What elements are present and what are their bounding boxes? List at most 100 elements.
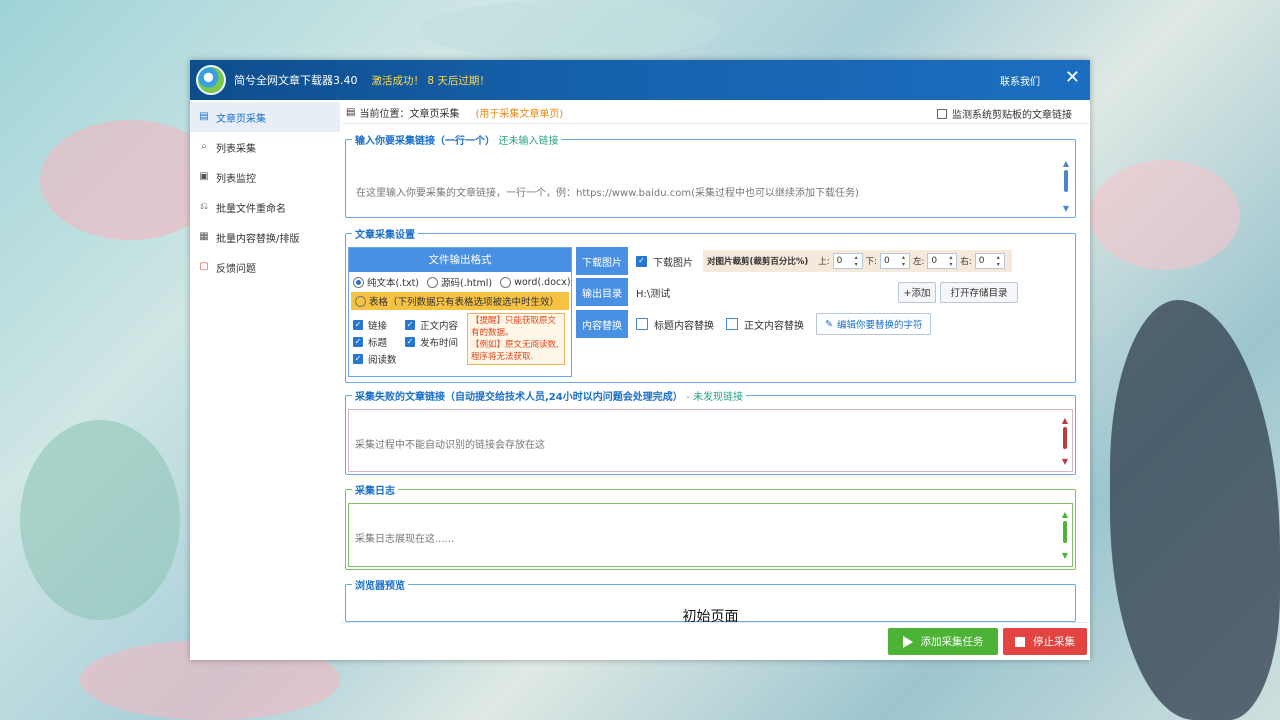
replace-icon: ▦ [199, 231, 209, 242]
checked-icon: ✓ [353, 354, 363, 364]
checkbox-icon [636, 318, 648, 330]
crop-label: 对图片裁剪(裁剪百分比%) [707, 257, 809, 267]
monitor-clipboard-checkbox[interactable]: 监测系统剪贴板的文章链接 [937, 106, 1072, 121]
title-bar: 简兮全网文章下载器3.40 激活成功！ 8 天后过期！ 联系我们 ✕ [190, 60, 1090, 100]
tip-line-2: 【例如】原文无阅读数,程序将无法获取. [471, 340, 559, 362]
settings-group: 文章采集设置 文件输出格式 纯文本(.txt) 源码(.html) word(.… [345, 226, 1076, 383]
contact-link[interactable]: 联系我们 [1000, 73, 1040, 88]
sidebar-item-label: 批量文件重命名 [216, 203, 286, 215]
links-placeholder: 在这里输入你要采集的文章链接，一行一个，例：https://www.baidu.… [356, 188, 859, 199]
format-title: 文件输出格式 [349, 248, 571, 272]
sidebar-item-batch-replace[interactable]: ▦ 批量内容替换/排版 [190, 222, 340, 252]
field-title-checkbox[interactable]: ✓ 标题 [353, 335, 387, 349]
add-dir-button[interactable]: +添加 [898, 281, 936, 303]
links-input[interactable]: 在这里输入你要采集的文章链接，一行一个，例：https://www.baidu.… [348, 153, 1073, 215]
activation-status: 激活成功！ 8 天后过期！ [371, 74, 490, 87]
radio-icon [355, 295, 366, 307]
preview-group: 浏览器预览 初始页面 [345, 577, 1076, 625]
format-radios: 纯文本(.txt) 源码(.html) word(.docx) [349, 272, 571, 292]
main-panel: ▤ 当前位置：文章页采集 (用于采集文章单页) 监测系统剪贴板的文章链接 输入你… [342, 102, 1090, 660]
sidebar-item-label: 批量内容替换/排版 [216, 233, 300, 245]
output-dir-row: H:\测试 +添加 打开存储目录 [630, 278, 1073, 306]
failed-legend: 采集失败的文章链接（自动提交给技术人员,24小时以内问题会处理完成） - 未发现… [355, 392, 743, 403]
format-txt-radio[interactable]: 纯文本(.txt) [353, 275, 419, 289]
feedback-icon: ▢ [199, 261, 209, 272]
tip-box: 【提醒】只能获取原文有的数据。 【例如】原文无阅读数,程序将无法获取. [467, 313, 565, 365]
crop-bottom-stepper[interactable]: 0 [880, 253, 911, 269]
breadcrumb: ▤ 当前位置：文章页采集 (用于采集文章单页) 监测系统剪贴板的文章链接 [342, 102, 1090, 124]
format-html-radio[interactable]: 源码(.html) [427, 275, 492, 289]
field-checks: ✓ 链接 ✓ 正文内容 ✓ 标题 ✓ 发布时间 ✓ 阅读数 【提醒】只能获取原文有的数据。… [349, 310, 571, 370]
crop-bottom-label: 下: [865, 257, 878, 267]
failed-links-input[interactable]: 采集过程中不能自动识别的链接会存放在这 ▲ ▼ [348, 409, 1073, 472]
breadcrumb-hint: (用于采集文章单页) [475, 109, 564, 120]
format-table-radio[interactable]: 表格（下列数据只有表格选项被选中时生效） [351, 292, 569, 310]
sidebar-item-list-monitor[interactable]: ▣ 列表监控 [190, 162, 340, 192]
stop-label: 停止采集 [1033, 636, 1075, 648]
settings-legend: 文章采集设置 [355, 230, 415, 241]
crop-top-stepper[interactable]: 0 [832, 253, 863, 269]
log-placeholder: 采集日志展现在这...... [355, 534, 455, 545]
sidebar-item-batch-rename[interactable]: ⎌ 批量文件重命名 [190, 192, 340, 222]
output-dir-input[interactable]: H:\测试 [636, 285, 898, 300]
stop-icon [1015, 636, 1025, 647]
checked-icon: ✓ [353, 320, 363, 330]
checkbox-icon [937, 108, 947, 119]
failed-links-group: 采集失败的文章链接（自动提交给技术人员,24小时以内问题会处理完成） - 未发现… [345, 388, 1076, 475]
sidebar-item-article-collect[interactable]: ▤ 文章页采集 [190, 102, 340, 132]
failed-placeholder: 采集过程中不能自动识别的链接会存放在这 [355, 440, 545, 451]
sidebar-item-label: 文章页采集 [216, 113, 266, 125]
crop-right-stepper[interactable]: 0 [974, 253, 1005, 269]
replace-body-checkbox[interactable]: 正文内容替换 [726, 317, 804, 332]
links-group: 输入你要采集链接（一行一个） 还未输入链接 在这里输入你要采集的文章链接，一行一… [345, 132, 1076, 218]
sidebar-item-feedback[interactable]: ▢ 反馈问题 [190, 252, 340, 282]
crop-panel: 对图片裁剪(裁剪百分比%) 上:0 下:0 左:0 右:0 [703, 250, 1012, 272]
edit-replace-button[interactable]: ✎ 编辑你要替换的字符 [816, 313, 932, 335]
links-scrollbar[interactable]: ▲ ▼ [1062, 159, 1070, 213]
sidebar-item-label: 列表采集 [216, 143, 256, 155]
document-icon: ▤ [199, 111, 209, 122]
tip-line-1: 【提醒】只能获取原文有的数据。 [471, 316, 557, 338]
crop-left-stepper[interactable]: 0 [927, 253, 958, 269]
failed-scrollbar[interactable]: ▲ ▼ [1061, 416, 1069, 466]
action-bar: 添加采集任务 停止采集 [342, 622, 1090, 660]
field-link-checkbox[interactable]: ✓ 链接 [353, 318, 387, 332]
add-task-button[interactable]: 添加采集任务 [888, 628, 998, 655]
monitor-clipboard-label: 监测系统剪贴板的文章链接 [952, 110, 1072, 121]
checked-icon: ✓ [405, 337, 415, 347]
sidebar-item-list-collect[interactable]: ⌕ 列表采集 [190, 132, 340, 162]
document-icon: ▤ [346, 107, 356, 118]
close-icon[interactable]: ✕ [1065, 68, 1080, 88]
replace-title-checkbox[interactable]: 标题内容替换 [636, 317, 714, 332]
links-status: 还未输入链接 [498, 136, 559, 147]
download-images-checkbox[interactable]: ✓ 下载图片 [636, 254, 693, 269]
radio-selected-icon [353, 276, 364, 288]
sidebar: ▤ 文章页采集 ⌕ 列表采集 ▣ 列表监控 ⎌ 批量文件重命名 ▦ 批量内容替换… [190, 102, 340, 660]
links-legend: 输入你要采集链接（一行一个） 还未输入链接 [355, 136, 559, 147]
rename-icon: ⎌ [200, 201, 208, 212]
failed-status: - 未发现链接 [686, 392, 743, 403]
monitor-icon: ▣ [199, 171, 209, 182]
format-docx-radio[interactable]: word(.docx) [500, 276, 571, 288]
sidebar-item-label: 反馈问题 [216, 263, 256, 275]
app-window: 简兮全网文章下载器3.40 激活成功！ 8 天后过期！ 联系我们 ✕ ▤ 文章页… [190, 60, 1090, 660]
radio-icon [427, 276, 439, 288]
sidebar-item-label: 列表监控 [216, 173, 256, 185]
open-dir-button[interactable]: 打开存储目录 [940, 281, 1018, 303]
play-icon [902, 635, 913, 648]
field-reads-checkbox[interactable]: ✓ 阅读数 [353, 352, 397, 366]
log-scrollbar[interactable]: ▲ ▼ [1061, 510, 1069, 560]
format-panel: 文件输出格式 纯文本(.txt) 源码(.html) word(.docx) 表… [348, 247, 572, 377]
field-body-checkbox[interactable]: ✓ 正文内容 [405, 318, 458, 332]
checked-icon: ✓ [353, 337, 363, 347]
crop-left-label: 左: [913, 257, 925, 267]
list-search-icon: ⌕ [201, 141, 207, 152]
log-output[interactable]: 采集日志展现在这...... ▲ ▼ [348, 503, 1073, 567]
log-legend: 采集日志 [355, 486, 395, 497]
add-task-label: 添加采集任务 [920, 636, 984, 648]
field-date-checkbox[interactable]: ✓ 发布时间 [405, 335, 458, 349]
output-dir-label: 输出目录 [576, 278, 628, 306]
download-images-label: 下载图片 [576, 247, 628, 275]
crop-top-label: 上: [818, 257, 830, 267]
stop-button[interactable]: 停止采集 [1003, 628, 1087, 655]
